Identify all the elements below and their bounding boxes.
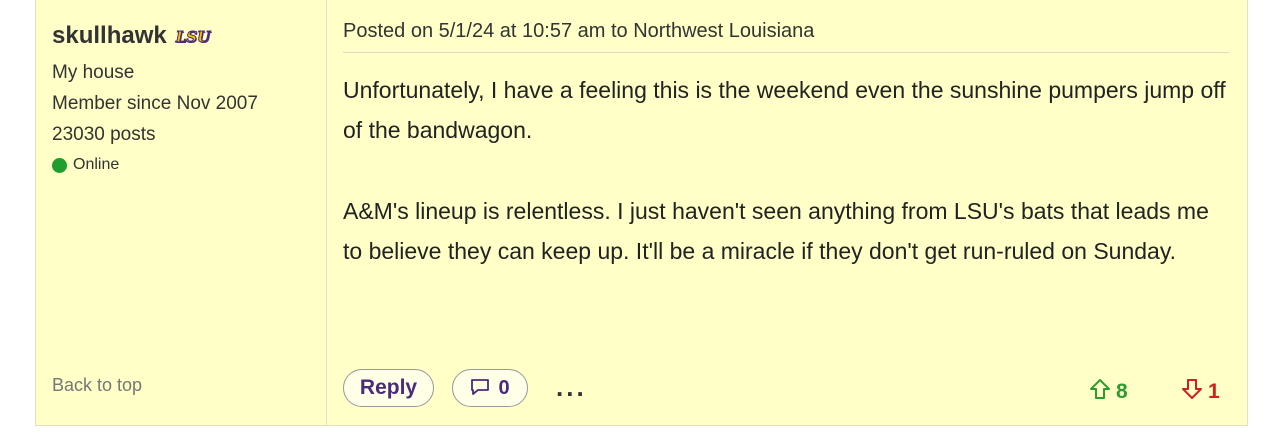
author-member-since: Member since Nov 2007 xyxy=(52,93,258,114)
post-paragraph: A&M's lineup is relentless. I just haven… xyxy=(343,198,1209,264)
forum-post: skullhawk LSU My house Member since Nov … xyxy=(35,0,1248,426)
reply-button[interactable]: Reply xyxy=(343,369,434,407)
upvote-count: 8 xyxy=(1116,379,1128,403)
username-row: skullhawk LSU xyxy=(52,22,211,50)
lsu-team-logo: LSU xyxy=(175,28,211,46)
back-to-top-link[interactable]: Back to top xyxy=(52,375,142,396)
post-main: Posted on 5/1/24 at 10:57 am to Northwes… xyxy=(327,0,1247,425)
post-paragraph: Unfortunately, I have a feeling this is … xyxy=(343,77,1226,143)
online-dot-icon xyxy=(52,157,67,173)
author-username[interactable]: skullhawk xyxy=(52,22,167,50)
downvote-button[interactable]: 1 xyxy=(1181,378,1220,405)
post-author-sidebar: skullhawk LSU My house Member since Nov … xyxy=(36,0,327,425)
online-status-label: Online xyxy=(73,156,120,173)
comments-button[interactable]: 0 xyxy=(452,369,528,407)
downvote-count: 1 xyxy=(1208,379,1220,403)
upvote-button[interactable]: 8 xyxy=(1089,378,1128,405)
author-post-count: 23030 posts xyxy=(52,124,156,145)
speech-bubble-icon xyxy=(470,378,490,399)
post-header: Posted on 5/1/24 at 10:57 am to Northwes… xyxy=(343,20,1229,53)
more-options-button[interactable]: ... xyxy=(556,372,587,404)
arrow-up-icon xyxy=(1089,378,1111,405)
comment-count: 0 xyxy=(498,376,510,399)
arrow-down-icon xyxy=(1181,378,1203,405)
author-location: My house xyxy=(52,62,135,83)
post-body: Unfortunately, I have a feeling this is … xyxy=(343,70,1233,312)
online-status: Online xyxy=(52,156,119,174)
